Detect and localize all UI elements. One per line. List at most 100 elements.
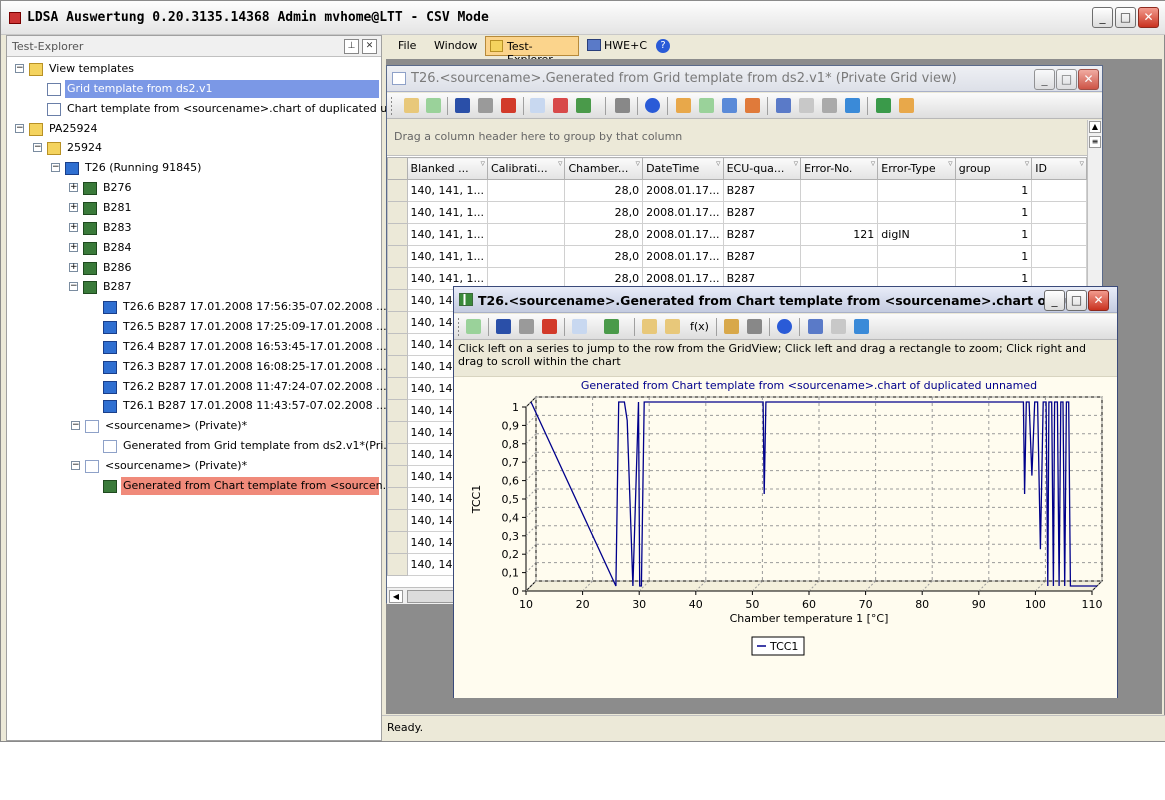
tree-node[interactable]: − View templates: [7, 60, 381, 78]
table-cell[interactable]: [486, 179, 566, 202]
table-cell[interactable]: 28,0: [564, 201, 644, 224]
table-cell[interactable]: 1: [954, 179, 1033, 202]
tree-node[interactable]: − 25924: [7, 139, 381, 157]
expand-icon[interactable]: +: [69, 242, 78, 252]
filter-icon[interactable]: ▿: [948, 159, 953, 169]
row-selector[interactable]: [387, 223, 408, 246]
column-header[interactable]: Blanked ... ▿: [406, 157, 489, 180]
filter-grid-icon[interactable]: [676, 98, 691, 113]
column-header[interactable]: Calibrati... ▿: [486, 157, 566, 180]
row-selector[interactable]: [387, 179, 408, 202]
table-cell[interactable]: [1031, 223, 1087, 246]
group-by-area[interactable]: Drag a column header here to group by th…: [387, 120, 1087, 156]
table-cell[interactable]: [800, 201, 879, 224]
tree-node[interactable]: − <sourcename> (Private)*: [7, 457, 381, 475]
panel-close-icon[interactable]: ✕: [362, 39, 377, 54]
expand-icon[interactable]: +: [69, 262, 78, 272]
delete-icon[interactable]: [501, 98, 516, 113]
tree-node[interactable]: − PA25924: [7, 120, 381, 138]
collapse-icon[interactable]: −: [51, 163, 60, 173]
table-cell[interactable]: 140, 141, 1...: [406, 201, 489, 224]
table-cell[interactable]: 28,0: [564, 245, 644, 268]
chart-icon[interactable]: [876, 98, 891, 113]
collapse-icon[interactable]: −: [71, 461, 80, 470]
filter-icon[interactable]: ▿: [871, 159, 876, 169]
tree-node[interactable]: T26.2 B287 17.01.2008 11:47:24-07.02.200…: [7, 378, 387, 396]
row-selector[interactable]: [387, 465, 408, 488]
menu-window[interactable]: Window: [434, 39, 477, 52]
table-cell[interactable]: 2008.01.17...: [642, 245, 724, 268]
print-icon[interactable]: [519, 319, 534, 334]
table-icon[interactable]: [553, 98, 568, 113]
menu-hwe[interactable]: HWE+C: [604, 39, 647, 52]
menu-file[interactable]: File: [398, 39, 416, 52]
table-cell[interactable]: [800, 179, 879, 202]
add-series-icon[interactable]: [466, 319, 481, 334]
tree-node[interactable]: Grid template from ds2.v1: [7, 79, 381, 98]
copy-icon[interactable]: [530, 98, 545, 113]
filter-icon[interactable]: ▿: [716, 159, 721, 169]
table-row[interactable]: 140, 141, 1... 28,0 2008.01.17... B287 1: [387, 201, 1087, 224]
add-column-icon[interactable]: [699, 98, 714, 113]
save-icon[interactable]: [496, 319, 511, 334]
close-button[interactable]: ✕: [1138, 7, 1159, 28]
table-cell[interactable]: [800, 245, 879, 268]
table-cell[interactable]: 1: [954, 201, 1033, 224]
help-circle-icon[interactable]: [645, 98, 660, 113]
row-selector[interactable]: [387, 487, 408, 510]
column-header[interactable]: DateTime ▿: [642, 157, 724, 180]
filter-icon[interactable]: ▿: [480, 159, 485, 169]
tree-node[interactable]: − B287: [7, 278, 381, 296]
expand-icon[interactable]: +: [69, 183, 78, 193]
columns-icon[interactable]: [722, 98, 737, 113]
delete-icon[interactable]: [542, 319, 557, 334]
tree-node[interactable]: + B286: [7, 259, 381, 277]
print-icon[interactable]: [478, 98, 493, 113]
layout-icon[interactable]: [899, 98, 914, 113]
toolbar-grip[interactable]: [391, 97, 392, 115]
table-cell[interactable]: B287: [722, 223, 802, 246]
collapse-icon[interactable]: −: [15, 123, 24, 133]
table-cell[interactable]: [486, 245, 566, 268]
export-icon[interactable]: [604, 319, 619, 334]
save-icon[interactable]: [455, 98, 470, 113]
row-selector[interactable]: [387, 289, 408, 312]
table-cell[interactable]: 121: [800, 223, 879, 246]
scroll-thumb[interactable]: [407, 590, 457, 603]
tree-node[interactable]: Chart template from <sourcename>.chart o…: [7, 100, 398, 118]
collapse-icon[interactable]: −: [33, 143, 42, 153]
minimize-button[interactable]: _: [1092, 7, 1113, 28]
find-icon[interactable]: [615, 98, 630, 113]
tree-node[interactable]: Generated from Grid template from ds2.v1…: [7, 437, 394, 455]
table-cell[interactable]: [877, 179, 956, 202]
table-cell[interactable]: 1: [954, 245, 1033, 268]
add-row-icon[interactable]: [426, 98, 441, 113]
table-cell[interactable]: B287: [722, 179, 802, 202]
column-chooser-icon[interactable]: ≡: [1089, 136, 1101, 148]
row-selector[interactable]: [387, 267, 408, 290]
tree-node[interactable]: T26.6 B287 17.01.2008 17:56:35-07.02.200…: [7, 298, 387, 316]
view-icon[interactable]: [808, 319, 823, 334]
document-icon[interactable]: [831, 319, 846, 334]
row-selector[interactable]: [387, 355, 408, 378]
table-cell[interactable]: [877, 201, 956, 224]
row-selector[interactable]: [387, 531, 408, 554]
table-row[interactable]: 140, 141, 1... 28,0 2008.01.17... B287 121 di…: [387, 223, 1087, 246]
row-selector[interactable]: [387, 311, 408, 334]
properties-icon[interactable]: [642, 319, 657, 334]
table-cell[interactable]: [486, 201, 566, 224]
grid-minimize-button[interactable]: _: [1034, 69, 1055, 90]
help-circle-icon[interactable]: [777, 319, 792, 334]
table-cell[interactable]: 1: [954, 223, 1033, 246]
collapse-icon[interactable]: −: [71, 421, 80, 431]
line-chart[interactable]: Generated from Chart template from <sour…: [454, 377, 1117, 699]
table-cell[interactable]: [1031, 245, 1087, 268]
table-cell[interactable]: 28,0: [564, 223, 644, 246]
chart-area[interactable]: Generated from Chart template from <sour…: [454, 376, 1117, 698]
row-selector[interactable]: [387, 377, 408, 400]
tree-node[interactable]: + B276: [7, 179, 381, 197]
table-cell[interactable]: [1031, 201, 1087, 224]
row-selector[interactable]: [387, 245, 408, 268]
grid-settings-icon[interactable]: [404, 98, 419, 113]
tree-node[interactable]: T26.5 B287 17.01.2008 17:25:09-17.01.200…: [7, 318, 387, 336]
